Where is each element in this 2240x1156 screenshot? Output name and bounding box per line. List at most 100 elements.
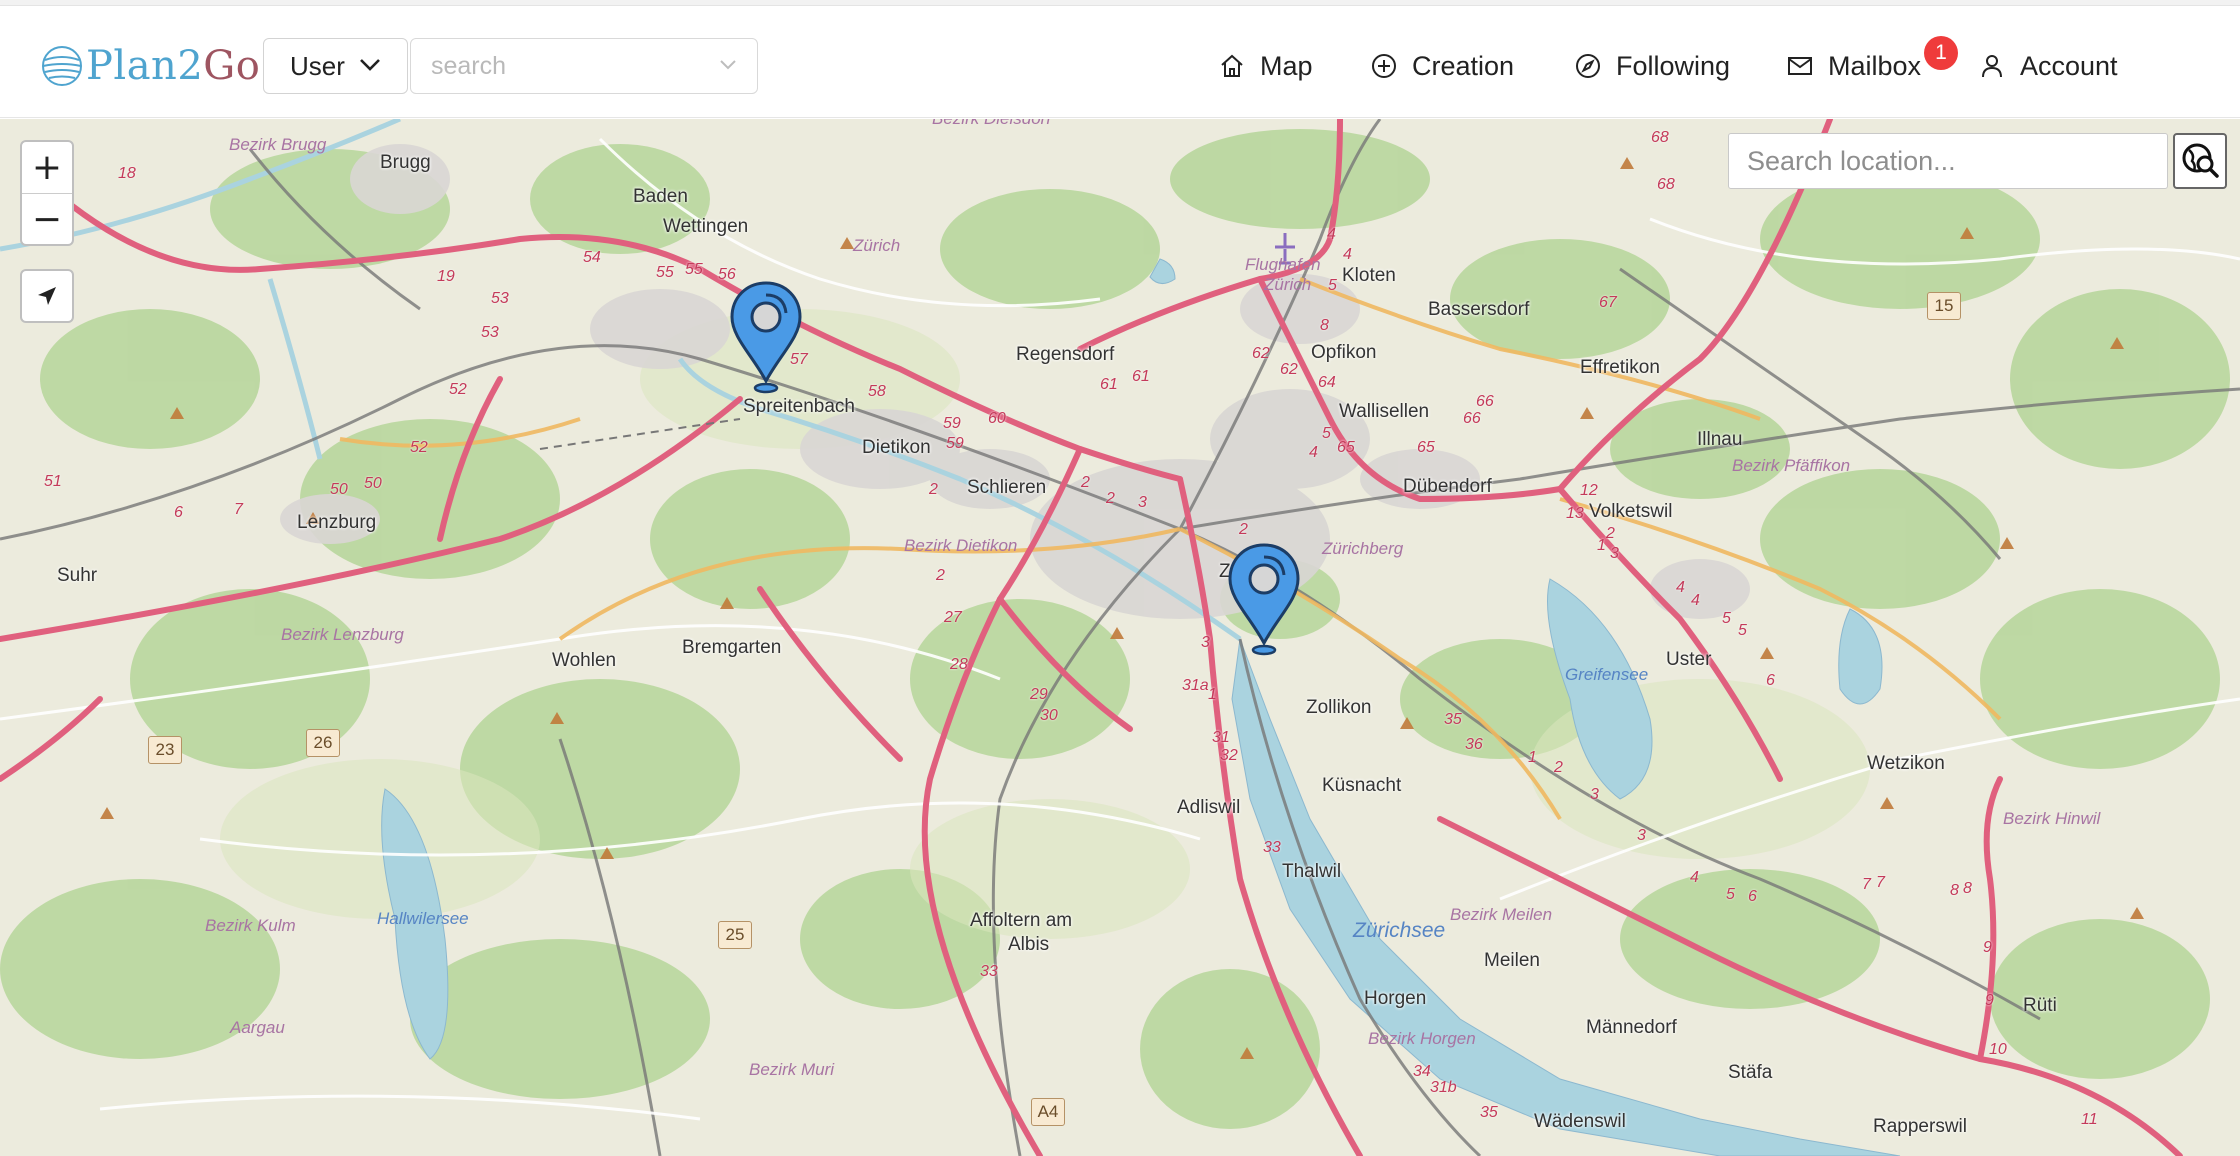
location-search[interactable] (1728, 133, 2168, 189)
road-number: 50 (364, 475, 382, 492)
role-select[interactable]: User (263, 38, 408, 94)
app-logo[interactable]: Plan2Go (40, 38, 260, 94)
road-number: 5 (1722, 610, 1731, 627)
road-number: 18 (118, 165, 136, 182)
district-label: Bezirk Meilen (1450, 905, 1553, 924)
road-number: 2 (1239, 521, 1248, 538)
road-number: 13 (1566, 505, 1584, 522)
road-number: 66 (1476, 393, 1494, 410)
road-number: 19 (437, 268, 455, 285)
road-number: 5 (1322, 425, 1331, 442)
place-label: Spreitenbach (743, 396, 855, 417)
nav-map[interactable]: Map (1218, 38, 1313, 94)
place-label: Schlieren (967, 477, 1047, 498)
road-number: 6 (1766, 672, 1775, 689)
road-number: 5 (1726, 886, 1735, 903)
zoom-in-button[interactable]: + (22, 142, 72, 193)
location-search-button[interactable] (2173, 133, 2227, 189)
nav-following[interactable]: Following (1574, 38, 1730, 94)
location-search-input[interactable] (1729, 134, 2167, 188)
road-number: 8 (1320, 317, 1329, 334)
district-label: Bezirk Brugg (229, 135, 327, 154)
water-label: Greifensee (1565, 665, 1649, 684)
road-number: 27 (944, 609, 962, 626)
map-marker-zurich[interactable] (1224, 539, 1304, 657)
district-label: Bezirk Dietikon (904, 536, 1018, 555)
place-label: Effretikon (1580, 357, 1660, 378)
road-number: 3 (1138, 494, 1147, 511)
chevron-down-icon (360, 59, 380, 71)
road-number: 36 (1465, 736, 1483, 753)
road-number: 65 (1337, 439, 1355, 456)
route-shield: 26 (306, 729, 340, 757)
water-label: Zürichsee (1353, 919, 1446, 942)
road-number: 4 (1309, 444, 1318, 461)
road-number: 9 (1983, 939, 1992, 956)
place-label: Rüti (2023, 995, 2057, 1016)
map-view[interactable]: Brugg Baden Wettingen Spreitenbach Regen… (0, 119, 2240, 1156)
road-number: 4 (1676, 579, 1685, 596)
road-number: 53 (491, 290, 509, 307)
road-number: 68 (1657, 176, 1675, 193)
place-label: Adliswil (1177, 797, 1241, 818)
role-select-value: User (290, 50, 345, 81)
compass-icon (1576, 54, 1600, 78)
road-number: 11 (2081, 1111, 2098, 1128)
road-number: 8 (1963, 880, 1972, 897)
user-icon (1982, 55, 2002, 78)
road-number: 29 (1030, 686, 1048, 703)
road-number: 67 (1599, 294, 1617, 311)
road-number: 61 (1132, 368, 1150, 385)
place-label: Wettingen (663, 216, 749, 237)
road-number: 4 (1343, 246, 1352, 263)
nav-following-label: Following (1616, 50, 1731, 81)
road-number: 3 (1637, 827, 1646, 844)
locate-me-button[interactable] (20, 269, 74, 323)
road-number: 1 (1528, 749, 1537, 766)
road-number: 1 (1597, 537, 1606, 554)
district-label: Bezirk Muri (749, 1060, 835, 1079)
header-search[interactable] (410, 38, 758, 94)
place-label: Wallisellen (1339, 401, 1430, 422)
road-number: 34 (1413, 1063, 1431, 1080)
place-label: Regensdorf (1016, 344, 1115, 365)
road-number: 31a (1182, 677, 1209, 694)
map-pin-icon (730, 281, 802, 394)
water-label: Hallwilersee (377, 909, 469, 928)
road-number: 59 (946, 435, 964, 452)
district-label: Bezirk Hinwil (2003, 809, 2101, 828)
road-number: 6 (174, 504, 183, 521)
place-label: Uster (1666, 649, 1712, 670)
plus-circle-icon (1372, 54, 1396, 78)
nav-account[interactable]: Account (1978, 38, 2118, 94)
road-number: 68 (1651, 129, 1669, 146)
road-number: 50 (330, 481, 348, 498)
nav-mailbox-label: Mailbox (1828, 50, 1922, 81)
place-label: Wädenswil (1534, 1111, 1626, 1132)
nav-creation[interactable]: Creation (1370, 38, 1514, 94)
route-shield: 15 (1927, 292, 1961, 320)
road-number: 60 (988, 410, 1006, 427)
road-number: 4 (1691, 592, 1700, 609)
district-label: Bezirk Lenzburg (281, 625, 404, 644)
road-number: 6 (1748, 888, 1757, 905)
place-label: Affoltern am (970, 910, 1073, 931)
place-label: Rapperswil (1873, 1116, 1967, 1137)
nav-mailbox[interactable]: Mailbox (1786, 38, 1921, 94)
road-number: 10 (1989, 1041, 2007, 1058)
place-label: Lenzburg (297, 512, 377, 533)
road-number: 65 (1417, 439, 1435, 456)
place-label: Albis (1008, 934, 1050, 955)
road-number: 61 (1100, 376, 1118, 393)
app-logo-text: Plan2Go (86, 43, 261, 89)
zoom-out-button[interactable]: − (22, 193, 72, 244)
map-marker-spreitenbach[interactable] (726, 277, 806, 395)
road-number: 2 (1106, 490, 1115, 507)
road-number: 33 (980, 963, 998, 980)
place-label: Wohlen (552, 650, 617, 671)
place-label: Küsnacht (1322, 775, 1402, 796)
mailbox-unread-badge: 1 (1924, 36, 1958, 70)
header-search-input[interactable] (411, 39, 691, 93)
map-pin-icon (1228, 543, 1300, 656)
district-label: Zürich (1264, 275, 1312, 294)
